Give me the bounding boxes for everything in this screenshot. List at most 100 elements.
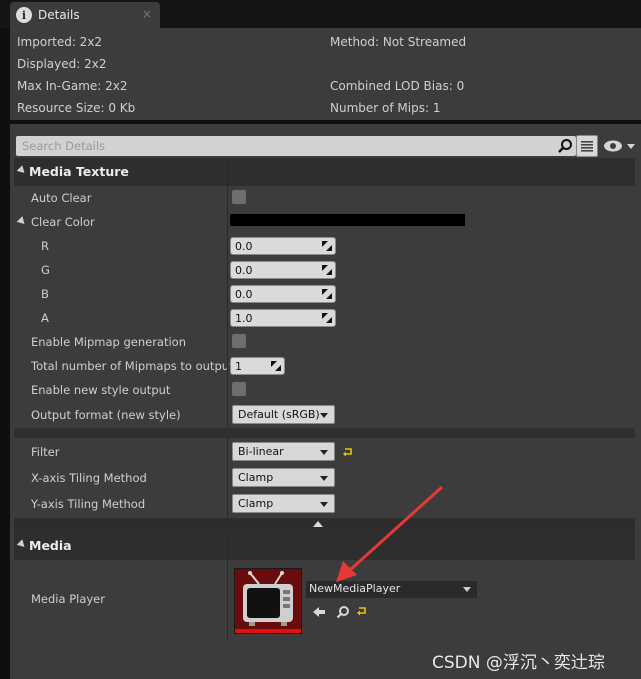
chevron-down-icon: [320, 450, 328, 455]
y-tiling-dropdown[interactable]: Clamp: [232, 494, 335, 513]
column-divider: [227, 210, 228, 234]
category-title: Media Texture: [29, 164, 129, 179]
search-input[interactable]: Search Details: [16, 136, 576, 156]
expand-arrow-icon[interactable]: [16, 216, 28, 227]
column-divider: [227, 532, 228, 560]
filter-value: Bi-linear: [238, 445, 284, 458]
media-player-thumbnail[interactable]: [234, 568, 302, 634]
media-player-value: NewMediaPlayer: [309, 582, 401, 595]
spin-drag-icon: [322, 313, 332, 323]
info-displayed: Displayed: 2x2: [17, 57, 107, 71]
column-divider: [227, 258, 228, 282]
info-max-in-game: Max In-Game: 2x2: [17, 79, 128, 93]
property-a: A 1.0: [14, 306, 635, 330]
enable-mipmap-checkbox[interactable]: [232, 334, 246, 348]
details-panel: Search Details Media Texture Auto Clear …: [10, 124, 641, 679]
search-placeholder: Search Details: [22, 139, 106, 153]
g-value-input[interactable]: 0.0: [230, 261, 336, 279]
property-enable-new-style: Enable new style output: [14, 378, 635, 402]
x-tiling-dropdown[interactable]: Clamp: [232, 468, 335, 487]
section-separator: [14, 428, 635, 438]
column-divider: [227, 234, 228, 258]
info-method: Method: Not Streamed: [330, 35, 467, 49]
property-list: Media Texture Auto Clear Clear Color R 0…: [14, 158, 635, 679]
tab-details[interactable]: i Details ×: [10, 2, 160, 28]
enable-new-style-checkbox[interactable]: [232, 382, 246, 396]
search-icon[interactable]: [557, 138, 573, 154]
property-filter: Filter Bi-linear: [14, 438, 635, 464]
column-divider: [227, 158, 228, 186]
property-auto-clear: Auto Clear: [14, 186, 635, 210]
property-label: Total number of Mipmaps to output: [31, 359, 234, 373]
info-imported: Imported: 2x2: [17, 35, 103, 49]
property-media-player: Media Player NewMediaPlayer: [14, 560, 635, 640]
expand-arrow-icon[interactable]: [16, 165, 28, 176]
r-value: 0.0: [235, 240, 253, 253]
total-mipmaps-value: 1: [235, 360, 242, 373]
property-label: Auto Clear: [31, 191, 92, 205]
chevron-down-icon: [320, 476, 328, 481]
chevron-down-icon: [320, 413, 328, 418]
visibility-button[interactable]: [603, 137, 639, 155]
property-label: Filter: [31, 445, 60, 459]
property-enable-mipmap: Enable Mipmap generation: [14, 330, 635, 354]
media-player-dropdown[interactable]: NewMediaPlayer: [306, 581, 477, 598]
property-clear-color: Clear Color: [14, 210, 635, 234]
property-x-tiling: X-axis Tiling Method Clamp: [14, 464, 635, 490]
property-label: Y-axis Tiling Method: [31, 497, 146, 511]
clear-color-swatch[interactable]: [230, 214, 465, 226]
b-value: 0.0: [235, 288, 253, 301]
view-options-button[interactable]: [576, 135, 598, 157]
column-divider: [227, 186, 228, 210]
property-r: R 0.0: [14, 234, 635, 258]
category-media-texture[interactable]: Media Texture: [14, 158, 635, 186]
property-y-tiling: Y-axis Tiling Method Clamp: [14, 490, 635, 516]
x-tiling-value: Clamp: [238, 471, 274, 484]
filter-dropdown[interactable]: Bi-linear: [232, 442, 335, 461]
property-label: Media Player: [31, 592, 105, 606]
watermark: CSDN @浮沉丶奕辻琮: [432, 653, 605, 673]
column-divider: [227, 354, 228, 378]
property-label: A: [41, 311, 49, 325]
column-divider: [227, 490, 228, 516]
total-mipmaps-input[interactable]: 1: [230, 357, 285, 375]
browse-search-icon[interactable]: [336, 605, 350, 619]
property-label: B: [41, 287, 49, 301]
reset-to-default-icon[interactable]: [357, 606, 367, 616]
property-label: Output format (new style): [31, 408, 181, 422]
property-output-format: Output format (new style) Default (sRGB): [14, 402, 635, 428]
a-value: 1.0: [235, 312, 253, 325]
column-divider: [227, 402, 228, 428]
column-divider: [227, 464, 228, 490]
output-format-value: Default (sRGB): [238, 408, 320, 421]
info-resource-size: Resource Size: 0 Kb: [17, 101, 136, 115]
column-divider: [227, 438, 228, 464]
output-format-dropdown[interactable]: Default (sRGB): [232, 405, 335, 424]
chevron-down-icon: [320, 502, 328, 507]
use-selected-arrow-icon[interactable]: [312, 605, 326, 619]
spin-drag-icon: [322, 265, 332, 275]
column-divider: [227, 560, 228, 640]
search-row: Search Details: [10, 124, 641, 162]
b-value-input[interactable]: 0.0: [230, 285, 336, 303]
close-icon[interactable]: ×: [142, 7, 152, 21]
collapse-up-icon[interactable]: [313, 521, 323, 527]
column-divider: [227, 378, 228, 402]
advanced-collapse-bar[interactable]: [14, 518, 635, 532]
reset-to-default-icon[interactable]: [343, 447, 353, 457]
category-media[interactable]: Media: [14, 532, 635, 560]
column-divider: [227, 330, 228, 354]
info-icon: i: [16, 7, 32, 23]
tv-icon: [235, 569, 301, 633]
y-tiling-value: Clamp: [238, 497, 274, 510]
r-value-input[interactable]: 0.0: [230, 237, 336, 255]
auto-clear-checkbox[interactable]: [232, 190, 246, 204]
list-icon: [581, 141, 593, 152]
property-b: B 0.0: [14, 282, 635, 306]
spin-drag-icon: [322, 241, 332, 251]
expand-arrow-icon[interactable]: [16, 539, 28, 550]
property-label: R: [41, 239, 49, 253]
spin-drag-icon: [322, 289, 332, 299]
a-value-input[interactable]: 1.0: [230, 309, 336, 327]
chevron-down-icon: [463, 587, 471, 592]
